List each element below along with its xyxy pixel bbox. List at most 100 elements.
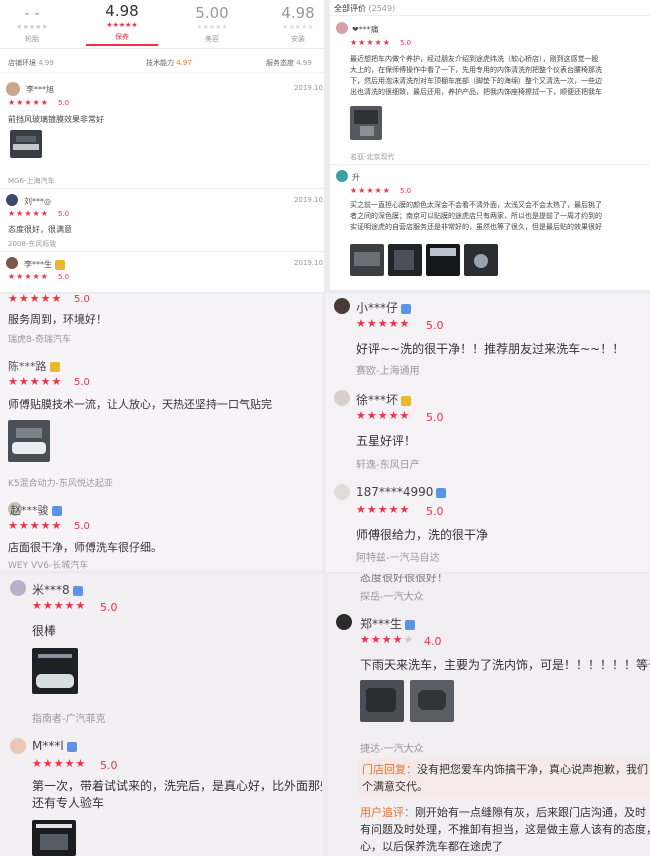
reviewer-name: M***l bbox=[32, 739, 77, 753]
verified-badge-icon bbox=[436, 487, 447, 498]
reviewer-name: 187****4990 bbox=[356, 485, 447, 499]
all-reviews-panel: 全部评价 (2549) ❤***痛 ★★★★★ 5.0 最近想把车内做个养护，经… bbox=[330, 0, 650, 290]
all-reviews-title: 全部评价 (2549) bbox=[334, 4, 396, 13]
review-photo[interactable] bbox=[10, 130, 42, 158]
verified-badge-icon bbox=[401, 303, 412, 314]
car-model: 轩逸-东风日产 bbox=[356, 460, 420, 471]
reviewer-name: 徐***坏 bbox=[356, 391, 412, 408]
review-date: 2019.10. bbox=[294, 196, 324, 204]
rating-stars: ★★★★★ bbox=[8, 209, 49, 218]
tab-install[interactable]: 4.98 ★★★★★ 安装 bbox=[266, 4, 324, 44]
review-text: 好评~~洗的很干净！！推荐朋友过来洗车~~！！ bbox=[356, 342, 625, 356]
verified-badge-icon bbox=[405, 619, 416, 630]
reviews-panel-mid-right: 小***仔 ★★★★★ 5.0 好评~~洗的很干净！！推荐朋友过来洗车~~！！ … bbox=[326, 294, 650, 572]
review-text: 店面很干净，师傅洗车很仔细。 bbox=[8, 541, 162, 554]
car-model: 探岳-一汽大众 bbox=[360, 592, 424, 603]
car-model: 指南者-广汽菲克 bbox=[32, 714, 106, 725]
rating-score: 5.0 bbox=[400, 39, 412, 47]
rating-stars: ★★★★★ bbox=[356, 409, 411, 422]
rating-stars: ★★★★★ bbox=[350, 38, 391, 47]
car-model: 名驭-北京现代 bbox=[350, 153, 395, 161]
review-text: 买之前一直担心膜的颜色太深会不会看不清外面，太浅又会不会太热了，最后挑了 者之间… bbox=[350, 201, 602, 231]
vip-badge-icon bbox=[55, 259, 65, 270]
rating-score: 5.0 bbox=[58, 99, 70, 107]
car-model: MG6-上海汽车 bbox=[8, 177, 55, 185]
rating-score: 5.0 bbox=[58, 273, 70, 281]
reviewer-name: 米***8 bbox=[32, 581, 83, 598]
rating-score: 5.0 bbox=[74, 294, 90, 305]
avatar bbox=[10, 580, 26, 596]
rating-stars: ★★★★★ bbox=[356, 503, 411, 516]
reviewer-name: 小***仔 bbox=[356, 299, 412, 316]
review-photo[interactable] bbox=[350, 244, 384, 276]
verified-badge-icon bbox=[66, 741, 77, 752]
reviews-panel-bottom-right: 态度很好很很好！ 探岳-一汽大众 郑***生 ★★★★★ 4.0 下雨天来洗车，… bbox=[328, 574, 650, 856]
avatar bbox=[334, 484, 350, 500]
review-text: 下雨天来洗车，主要为了洗内饰，可是！！！！！！等于没洗 bbox=[360, 658, 650, 672]
tab-maintenance[interactable]: 4.98 ★★★★★ 保养 bbox=[86, 2, 158, 46]
avatar bbox=[336, 170, 348, 182]
reviewer-name: 赵***骏 bbox=[10, 502, 62, 518]
review-photo[interactable] bbox=[350, 106, 382, 140]
rating-stars: ★★★★★ bbox=[360, 633, 415, 646]
reviewer-name: 刘***◎ bbox=[24, 197, 51, 206]
rating-score: 5.0 bbox=[100, 601, 118, 614]
review-date: 2019.10. bbox=[294, 84, 324, 92]
review-photo[interactable] bbox=[410, 680, 454, 722]
reviewer-name: ❤***痛 bbox=[352, 25, 379, 34]
review-photo[interactable] bbox=[360, 680, 404, 722]
reviewer-name: 李***旭 bbox=[26, 85, 54, 94]
review-text: 第一次，带着试试来的，洗完后，是真心好，比外面那些( 还有专人验车 bbox=[32, 779, 322, 810]
review-text: 师傅很给力，洗的很干净 bbox=[356, 528, 489, 542]
reviewer-name: 升 bbox=[352, 173, 360, 182]
rating-score: 5.0 bbox=[100, 759, 118, 772]
tab-tires[interactable]: - - ★★★★★ 轮胎 bbox=[0, 4, 64, 44]
reviewer-name: 郑***生 bbox=[360, 615, 416, 632]
avatar bbox=[10, 738, 26, 754]
rating-stars: ★★★★★ bbox=[8, 294, 63, 305]
avatar bbox=[6, 257, 18, 269]
verified-badge-icon bbox=[51, 506, 62, 516]
ratings-panel: - - ★★★★★ 轮胎 4.98 ★★★★★ 保养 5.00 ★★★★★ 美容… bbox=[0, 0, 324, 292]
rating-stars: ★★★★★ bbox=[32, 757, 87, 770]
car-model: 2008-东风标致 bbox=[8, 240, 57, 248]
rating-stars: ★★★★★ bbox=[350, 186, 391, 195]
car-model: 捷达-一汽大众 bbox=[360, 744, 424, 755]
review-text: 服务周到，环境好！ bbox=[8, 313, 107, 326]
review-text: 前挡风玻璃镀膜效果非常好 bbox=[8, 115, 104, 124]
vip-badge-icon bbox=[49, 362, 60, 372]
reviewer-name: 陈***路 bbox=[8, 358, 60, 374]
avatar bbox=[336, 22, 348, 34]
avatar bbox=[334, 390, 350, 406]
review-photo[interactable] bbox=[426, 244, 460, 276]
rating-stars: ★★★★★ bbox=[8, 98, 49, 107]
rating-score: 5.0 bbox=[426, 411, 444, 424]
reviewer-name: 李***生 bbox=[24, 259, 65, 270]
rating-score: 5.0 bbox=[400, 187, 412, 195]
rating-score: 5.0 bbox=[58, 210, 70, 218]
review-date: 2019.10. bbox=[294, 259, 324, 267]
rating-score: 5.0 bbox=[74, 377, 90, 388]
car-model: 阿特兹-一汽马自达 bbox=[356, 553, 440, 564]
rating-stars: ★★★★★ bbox=[356, 317, 411, 330]
review-photo[interactable] bbox=[388, 244, 422, 276]
avatar bbox=[334, 298, 350, 314]
metric-skill: 技术能力 4.97 bbox=[146, 59, 192, 67]
car-model: WEY VV6-长城汽车 bbox=[8, 561, 89, 570]
reviews-panel-mid-left: ★★★★★ 5.0 服务周到，环境好！ 瑞虎8-奇瑞汽车 陈***路 ★★★★★… bbox=[0, 294, 322, 570]
review-photo[interactable] bbox=[32, 820, 76, 856]
review-photo[interactable] bbox=[32, 648, 78, 694]
user-followup: 用户追评：刚开始有一点缝隙有灰，后来跟门店沟通，及时 有问题及时处理，不推卸有担… bbox=[360, 806, 650, 853]
avatar bbox=[6, 82, 20, 96]
review-text: 五星好评！ bbox=[356, 434, 417, 448]
shop-reply: 门店回复：没有把您爱车内饰搞干净，真心说声抱歉，我们 个满意交代。 bbox=[358, 758, 650, 798]
rating-score: 5.0 bbox=[426, 319, 444, 332]
review-text: 很棒 bbox=[32, 624, 57, 638]
review-photo[interactable] bbox=[464, 244, 498, 276]
rating-score: 4.0 bbox=[424, 635, 442, 648]
review-photo[interactable] bbox=[8, 420, 50, 462]
car-model: 赛欧-上海通用 bbox=[356, 366, 420, 377]
tab-beauty[interactable]: 5.00 ★★★★★ 美容 bbox=[172, 4, 252, 44]
avatar bbox=[336, 614, 352, 630]
reviews-panel-bottom-left: 米***8 ★★★★★ 5.0 很棒 指南者-广汽菲克 M***l ★★★★★ … bbox=[0, 574, 322, 856]
